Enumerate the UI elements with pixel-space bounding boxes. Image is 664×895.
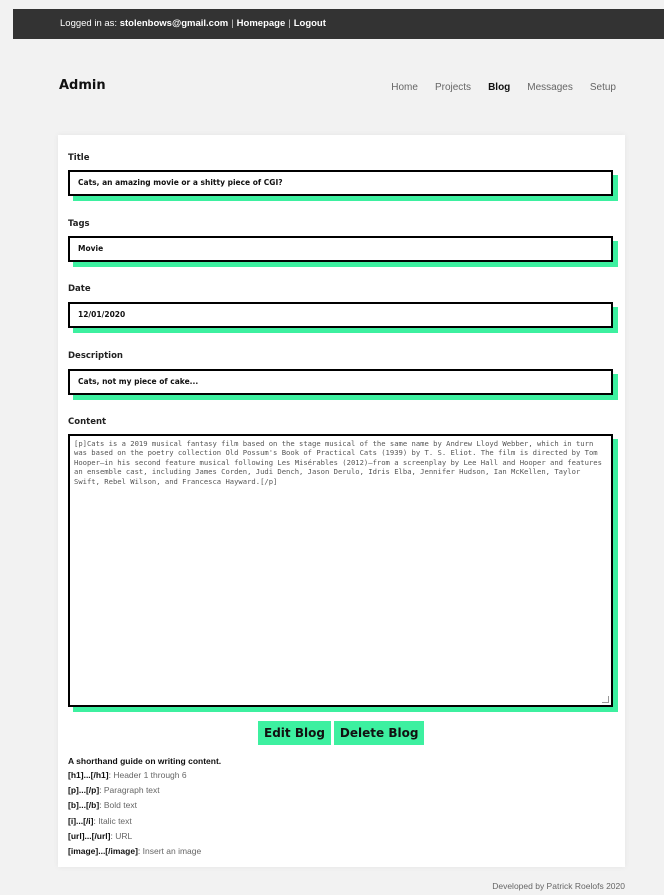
- top-bar: Logged in as: stolenbows@gmail.com | Homep…: [13, 9, 664, 39]
- guide-code: [image]...[/image]: [68, 846, 138, 857]
- guide-item: [h1]...[/h1]: Header 1 through 6: [68, 770, 187, 780]
- shorthand-guide: A shorthand guide on writing content. [h…: [68, 756, 221, 859]
- nav-blog[interactable]: Blog: [488, 82, 510, 93]
- description-input[interactable]: Cats, not my piece of cake...: [68, 369, 613, 395]
- guide-item: [url]...[/url]: URL: [68, 830, 133, 841]
- resize-handle-icon[interactable]: [602, 696, 609, 703]
- guide-desc: URL: [115, 830, 133, 841]
- content-textarea[interactable]: [p]Cats is a 2019 musical fantasy film b…: [68, 434, 613, 707]
- description-label: Description: [68, 351, 123, 361]
- guide-code: [i]...[/i]: [68, 815, 94, 826]
- logged-in-prefix: Logged in as:: [60, 18, 120, 29]
- main-nav: Home Projects Blog Messages Setup: [374, 82, 616, 93]
- content-label: Content: [68, 417, 107, 427]
- edit-blog-form: Title Cats, an amazing movie or a shitty…: [58, 135, 625, 867]
- nav-messages[interactable]: Messages: [527, 82, 573, 93]
- separator: |: [288, 18, 291, 29]
- action-buttons: Edit Blog Delete Blog: [258, 721, 425, 745]
- logout-link[interactable]: Logout: [294, 18, 326, 29]
- guide-desc: Paragraph text: [103, 785, 160, 796]
- date-label: Date: [68, 284, 91, 294]
- date-input[interactable]: 12/01/2020: [68, 302, 613, 328]
- separator: |: [231, 18, 234, 29]
- tags-label: Tags: [68, 219, 90, 229]
- nav-setup[interactable]: Setup: [590, 82, 616, 93]
- guide-code: [p]...[/p]: [68, 785, 100, 796]
- nav-projects[interactable]: Projects: [435, 82, 471, 93]
- footer-credit: Developed by Patrick Roelofs 2020: [492, 881, 625, 891]
- tags-input[interactable]: Movie: [68, 236, 613, 262]
- delete-blog-button[interactable]: Delete Blog: [333, 721, 425, 745]
- user-email: stolenbows@gmail.com: [119, 18, 229, 29]
- content-text: [p]Cats is a 2019 musical fantasy film b…: [74, 439, 602, 486]
- guide-code: [b]...[/b]: [68, 800, 100, 811]
- guide-title: A shorthand guide on writing content.: [68, 756, 222, 766]
- guide-item: [b]...[/b]: Bold text: [68, 800, 137, 811]
- guide-code: [url]...[/url]: [68, 830, 111, 841]
- guide-item: [image]...[/image]: Insert an image: [68, 846, 202, 857]
- guide-desc: Insert an image: [142, 846, 202, 857]
- title-label: Title: [68, 153, 90, 163]
- guide-desc: Header 1 through 6: [113, 770, 187, 780]
- brand-logo[interactable]: Admin: [59, 78, 106, 93]
- nav-home[interactable]: Home: [391, 82, 418, 93]
- guide-item: [i]...[/i]: Italic text: [68, 815, 132, 826]
- homepage-link[interactable]: Homepage: [237, 18, 286, 29]
- guide-desc: Italic text: [98, 815, 132, 826]
- guide-item: [p]...[/p]: Paragraph text: [68, 785, 160, 796]
- guide-desc: Bold text: [103, 800, 137, 811]
- guide-code: [h1]...[/h1]: [68, 770, 109, 780]
- title-input[interactable]: Cats, an amazing movie or a shitty piece…: [68, 170, 613, 196]
- edit-blog-button[interactable]: Edit Blog: [258, 721, 331, 745]
